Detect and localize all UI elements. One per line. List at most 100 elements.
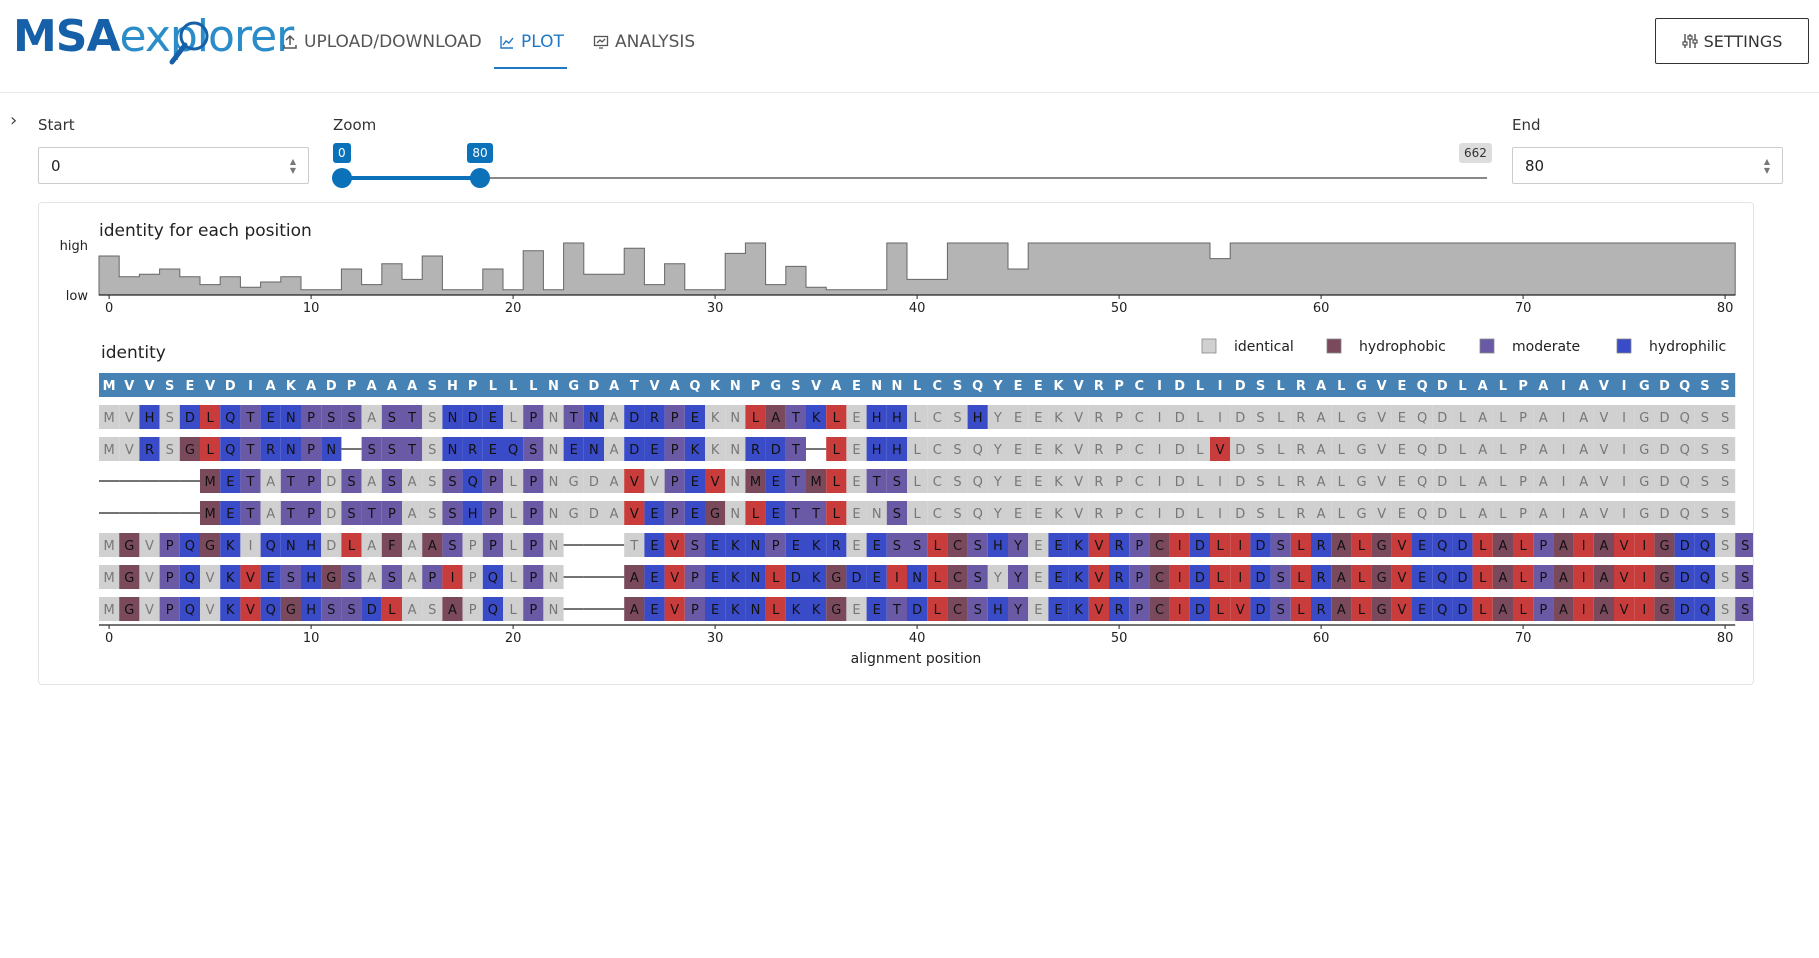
zoom-end-handle[interactable] [470, 168, 491, 188]
residue-letter: Q [185, 571, 195, 586]
residue-letter: S [166, 411, 174, 426]
zoom-slider-range[interactable] [342, 176, 481, 180]
residue-letter: N [286, 443, 296, 458]
residue-letter: S [368, 443, 376, 458]
residue-letter: D [771, 443, 781, 458]
residue-letter: V [1377, 475, 1386, 490]
residue-letter: E [1418, 539, 1426, 554]
tab-plot[interactable]: PLOT [499, 22, 564, 62]
residue-letter: A [428, 539, 437, 554]
consensus-residue: N [730, 379, 741, 394]
residue-letter: S [327, 603, 335, 618]
consensus-residue: P [468, 379, 478, 394]
residue-letter: P [1519, 507, 1527, 522]
residue-letter: A [630, 603, 639, 618]
residue-letter: P [469, 571, 477, 586]
residue-letter: S [893, 507, 901, 522]
residue-letter: V [630, 475, 639, 490]
start-value: 0 [51, 156, 61, 175]
residue-letter: G [569, 507, 579, 522]
residue-letter: V [1397, 603, 1406, 618]
residue-letter: L [1277, 443, 1285, 458]
zoom-start-handle[interactable] [332, 168, 352, 188]
residue-letter: V [670, 603, 679, 618]
residue-letter: S [1256, 411, 1264, 426]
residue-letter: C [1135, 507, 1144, 522]
settings-button[interactable]: SETTINGS [1655, 18, 1809, 64]
residue-letter: P [1519, 443, 1527, 458]
consensus-residue: S [1700, 379, 1709, 394]
consensus-residue: D [1659, 379, 1670, 394]
residue-letter: P [1519, 411, 1527, 426]
residue-letter: E [873, 603, 881, 618]
residue-letter: I [1622, 507, 1626, 522]
sequence-row: MVRSGLQTRNPNSSTSNREQSNENADEPKKNRDTLEHHLC… [99, 437, 1736, 461]
consensus-residue: A [407, 379, 417, 394]
residue-letter: Q [1437, 571, 1447, 586]
residue-letter: N [730, 475, 740, 490]
residue-letter: N [751, 571, 761, 586]
residue-letter: K [1074, 603, 1083, 618]
alignment-plot-title: identity [101, 343, 166, 363]
residue-letter: E [650, 443, 658, 458]
residue-letter: R [1094, 475, 1103, 490]
residue-letter: S [1701, 475, 1709, 490]
residue-letter: D [1659, 507, 1669, 522]
residue-letter: A [448, 603, 457, 618]
consensus-residue: A [1579, 379, 1589, 394]
residue-letter: L [913, 507, 921, 522]
start-input[interactable]: 0 ▲ ▼ [38, 147, 309, 184]
residue-letter: L [1358, 603, 1366, 618]
residue-letter: S [691, 539, 699, 554]
residue-letter: E [691, 507, 699, 522]
end-input[interactable]: 80 ▲ ▼ [1512, 147, 1783, 184]
residue-letter: C [933, 411, 942, 426]
legend-swatch-moderate [1479, 338, 1495, 354]
residue-letter: I [451, 571, 455, 586]
start-stepper[interactable]: ▲ ▼ [290, 157, 296, 175]
residue-letter: A [408, 571, 417, 586]
residue-letter: P [1135, 571, 1143, 586]
residue-letter: N [549, 443, 559, 458]
consensus-residue: E [1014, 379, 1023, 394]
residue-letter: S [428, 475, 436, 490]
residue-letter: I [1562, 507, 1566, 522]
residue-letter: K [711, 443, 720, 458]
tab-upload-download[interactable]: UPLOAD/DOWNLOAD [282, 22, 482, 62]
identity-tick-label: 60 [1313, 301, 1330, 316]
residue-letter: R [751, 443, 760, 458]
residue-letter: E [852, 411, 860, 426]
residue-letter: Y [993, 571, 1002, 586]
residue-letter: I [1238, 571, 1242, 586]
residue-letter: L [509, 603, 517, 618]
residue-letter: S [1721, 603, 1729, 618]
residue-letter: V [1074, 507, 1083, 522]
tab-analysis[interactable]: ANALYSIS [593, 22, 695, 62]
residue-letter: G [1639, 443, 1649, 458]
residue-letter: I [1158, 507, 1162, 522]
residue-letter: A [1478, 475, 1487, 490]
consensus-residue: G [1639, 379, 1650, 394]
residue-letter: I [1218, 411, 1222, 426]
residue-letter: D [1175, 411, 1185, 426]
residue-letter: P [529, 571, 537, 586]
consensus-residue: E [852, 379, 861, 394]
zoom-slider-track[interactable] [342, 177, 1487, 179]
sequence-row: MGVPQVKVESHGSASAPIPQLPNAEVPEKNLDKGDEINLC… [99, 565, 1756, 589]
residue-letter: E [691, 475, 699, 490]
residue-letter: Y [1013, 603, 1022, 618]
residue-letter: R [1094, 443, 1103, 458]
legend-label-identical: identical [1234, 339, 1294, 355]
residue-letter: N [448, 411, 458, 426]
end-stepper[interactable]: ▲ ▼ [1764, 157, 1770, 175]
residue-letter: G [1356, 411, 1366, 426]
consensus-residue: I [248, 379, 253, 394]
consensus-residue: V [1377, 379, 1387, 394]
residue-letter: P [529, 539, 537, 554]
residue-letter: M [204, 507, 215, 522]
alignment-tick-label: 60 [1313, 631, 1330, 646]
chevron-right-icon[interactable]: › [10, 110, 17, 131]
residue-letter: E [1398, 475, 1406, 490]
residue-letter: A [408, 539, 417, 554]
settings-label: SETTINGS [1703, 31, 1783, 51]
